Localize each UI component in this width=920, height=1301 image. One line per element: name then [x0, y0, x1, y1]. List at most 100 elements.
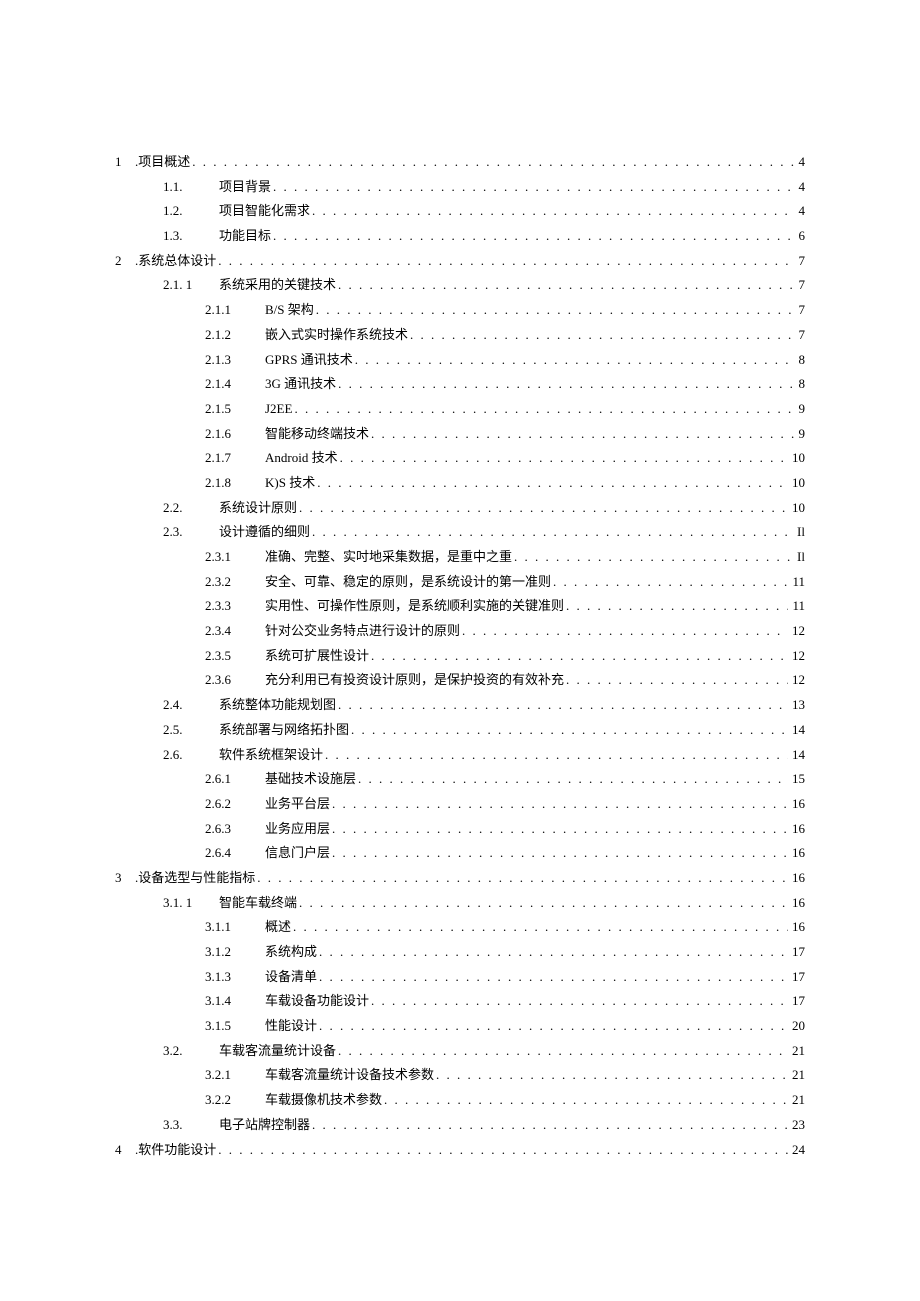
toc-entry-title: 基础技术设施层: [265, 767, 356, 792]
toc-entry-title: GPRS 通讯技术: [265, 348, 353, 373]
toc-entry-page: 4: [795, 199, 806, 224]
toc-leader-dots: [336, 273, 794, 298]
toc-entry-page: 12: [788, 619, 805, 644]
toc-entry: 3.1.2系统构成17: [115, 940, 805, 965]
toc-entry-title: .系统总体设计: [135, 249, 216, 274]
toc-entry-number: 2.3.5: [205, 644, 265, 669]
toc-entry: 2.3.1准确、完整、实吋地采集数据，是重中之重Il: [115, 545, 805, 570]
toc-entry-page: 24: [788, 1138, 805, 1163]
toc-entry-title: 系统可扩展性设计: [265, 644, 369, 669]
toc-leader-dots: [330, 841, 788, 866]
toc-entry-title: 车载客流量统计设备技术参数: [265, 1063, 434, 1088]
toc-entry-number: 3.2.2: [205, 1088, 265, 1113]
toc-entry: 2.系统总体设计7: [115, 249, 805, 274]
toc-entry-title: 3G 通讯技术: [265, 372, 336, 397]
toc-leader-dots: [353, 348, 795, 373]
toc-entry-page: 16: [788, 841, 805, 866]
toc-entry: 2.4.系统整体功能规划图13: [115, 693, 805, 718]
toc-entry-title: 系统构成: [265, 940, 317, 965]
toc-entry-number: 2.4.: [163, 693, 219, 718]
toc-entry-number: 3.1.4: [205, 989, 265, 1014]
toc-leader-dots: [330, 792, 788, 817]
toc-entry-title: 智能车载终端: [219, 891, 297, 916]
toc-entry: 2.1.6智能移动终端技术 9: [115, 422, 805, 447]
toc-entry: 3.2.1车载客流量统计设备技术参数21: [115, 1063, 805, 1088]
toc-leader-dots: [336, 372, 794, 397]
toc-entry-title: 针对公交业务特点进行设计的原则: [265, 619, 460, 644]
toc-entry: 2.6.2业务平台层16: [115, 792, 805, 817]
toc-entry: 2.3.6充分利用已有投资设计原则，是保护投资的有效补充12: [115, 668, 805, 693]
toc-leader-dots: [297, 496, 788, 521]
toc-entry-title: 系统采用的关键技术: [219, 273, 336, 298]
toc-entry-title: 智能移动终端技术: [265, 422, 369, 447]
toc-entry-page: 7: [795, 298, 806, 323]
toc-entry-title: 准确、完整、实吋地采集数据，是重中之重: [265, 545, 512, 570]
toc-entry: 3.1.3设备清单17: [115, 965, 805, 990]
toc-entry-page: 9: [795, 422, 806, 447]
toc-entry-title: 车载摄像机技术参数: [265, 1088, 382, 1113]
toc-entry-page: Il: [793, 545, 805, 570]
toc-entry: 3.设备选型与性能指标16: [115, 866, 805, 891]
toc-entry-page: 10: [788, 471, 805, 496]
toc-entry-page: 8: [795, 348, 806, 373]
toc-leader-dots: [336, 693, 788, 718]
toc-entry-number: 3.3.: [163, 1113, 219, 1138]
toc-entry-title: 车载设备功能设计: [265, 989, 369, 1014]
toc-entry-page: 8: [795, 372, 806, 397]
toc-leader-dots: [315, 471, 788, 496]
toc-leader-dots: [369, 989, 788, 1014]
toc-entry-number: 4: [115, 1138, 135, 1163]
toc-entry-title: B/S 架构: [265, 298, 314, 323]
toc-leader-dots: [317, 965, 788, 990]
toc-entry-number: 2.6.2: [205, 792, 265, 817]
toc-entry-number: 2.1.6: [205, 422, 265, 447]
toc-leader-dots: [216, 1138, 788, 1163]
toc-entry-number: 3.1.3: [205, 965, 265, 990]
toc-entry-number: 2.6.: [163, 743, 219, 768]
toc-entry-title: 实用性、可操作性原则，是系统顺利实施的关键准则: [265, 594, 564, 619]
toc-entry-title: 业务应用层: [265, 817, 330, 842]
toc-entry-number: 2.3.: [163, 520, 219, 545]
toc-entry-title: 系统部署与网络拓扑图: [219, 718, 349, 743]
toc-entry-page: 11: [788, 594, 805, 619]
toc-leader-dots: [310, 520, 793, 545]
toc-leader-dots: [255, 866, 788, 891]
toc-entry: 3.1.4车载设备功能设计 17: [115, 989, 805, 1014]
table-of-contents: 1.项目概述41.1.项目背景41.2.项目智能化需求41.3.功能目标62.系…: [115, 150, 805, 1162]
toc-entry-page: 10: [788, 496, 805, 521]
toc-entry-number: 2.6.3: [205, 817, 265, 842]
toc-entry-page: 9: [795, 397, 806, 422]
toc-entry-page: 11: [788, 570, 805, 595]
toc-entry-page: 16: [788, 866, 805, 891]
toc-leader-dots: [330, 817, 788, 842]
toc-entry-number: 2.3.6: [205, 668, 265, 693]
toc-entry: 2.1.43G 通讯技术8: [115, 372, 805, 397]
toc-entry-page: 17: [788, 989, 805, 1014]
toc-entry: 2.1.3GPRS 通讯技术8: [115, 348, 805, 373]
toc-entry: 2.6.4信息门户层16: [115, 841, 805, 866]
toc-leader-dots: [291, 915, 788, 940]
toc-entry-title: 设计遵循的细则: [219, 520, 310, 545]
toc-entry-number: 1: [115, 150, 135, 175]
toc-leader-dots: [297, 891, 788, 916]
toc-leader-dots: [292, 397, 794, 422]
toc-entry-page: 16: [788, 891, 805, 916]
toc-entry-page: 7: [795, 249, 806, 274]
toc-leader-dots: [336, 1039, 788, 1064]
toc-leader-dots: [408, 323, 794, 348]
toc-entry-number: 2.6.1: [205, 767, 265, 792]
toc-entry-number: 3.2.1: [205, 1063, 265, 1088]
toc-entry-page: 23: [788, 1113, 805, 1138]
toc-leader-dots: [271, 175, 794, 200]
toc-entry-page: 10: [788, 446, 805, 471]
toc-entry-title: 性能设计: [265, 1014, 317, 1039]
toc-entry-title: 电子站牌控制器: [219, 1113, 310, 1138]
toc-leader-dots: [349, 718, 788, 743]
toc-entry-page: 20: [788, 1014, 805, 1039]
toc-entry: 2.3.5系统可扩展性设计12: [115, 644, 805, 669]
toc-leader-dots: [314, 298, 795, 323]
toc-entry-page: Il: [793, 520, 805, 545]
toc-leader-dots: [564, 594, 788, 619]
toc-leader-dots: [382, 1088, 788, 1113]
toc-entry-page: 15: [788, 767, 805, 792]
